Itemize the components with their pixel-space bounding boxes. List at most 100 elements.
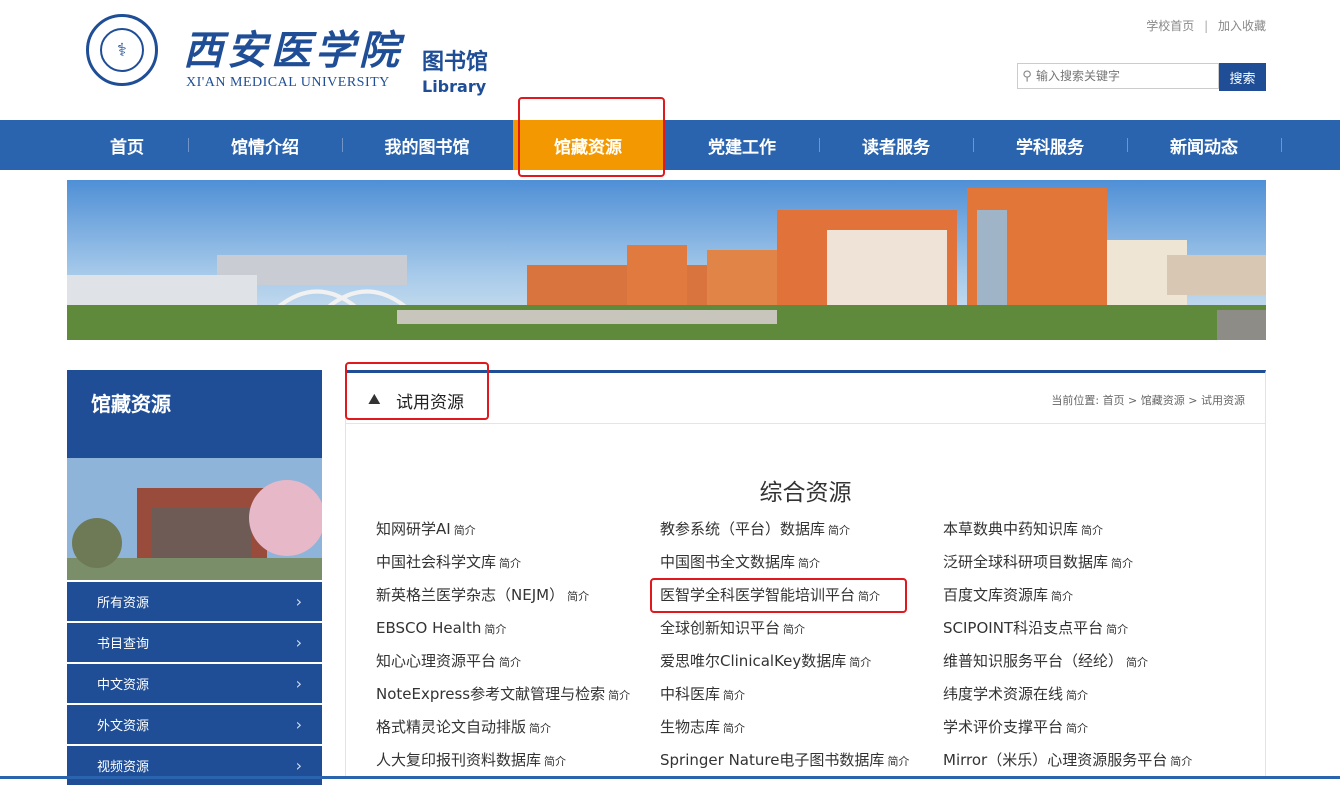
resource-intro-link[interactable]: 简介: [723, 689, 745, 702]
resource-item: 教参系统（平台）数据库 简介: [660, 519, 909, 552]
resource-intro-link[interactable]: 简介: [783, 623, 805, 636]
nav-item-home[interactable]: 首页: [52, 120, 202, 170]
resource-intro-link[interactable]: 简介: [608, 689, 630, 702]
resource-intro-link[interactable]: 简介: [1066, 722, 1088, 735]
sidebar-item-catalog-search[interactable]: 书目查询 ›: [67, 623, 322, 662]
sidebar-menu: 所有资源 › 书目查询 › 中文资源 › 外文资源 › 视频资源 ›: [67, 582, 322, 787]
search-input[interactable]: [1036, 69, 1211, 83]
resource-link[interactable]: 中科医库: [660, 685, 720, 703]
breadcrumb-label: 当前位置:: [1051, 394, 1100, 407]
breadcrumb-trial[interactable]: 试用资源: [1201, 394, 1245, 407]
resource-link[interactable]: 全球创新知识平台: [660, 619, 780, 637]
campus-banner-image: [67, 180, 1266, 340]
resource-link[interactable]: Springer Nature电子图书数据库: [660, 751, 884, 769]
university-name-cn: 西安医学院: [183, 27, 403, 74]
nav-item-my-library[interactable]: 我的图书馆: [352, 120, 502, 170]
nav-divider: [973, 138, 974, 152]
resource-link[interactable]: 人大复印报刊资料数据库: [376, 751, 541, 769]
sidebar-item-label: 中文资源: [97, 678, 150, 693]
resource-intro-link[interactable]: 简介: [567, 590, 589, 603]
nav-divider: [1127, 138, 1128, 152]
resource-link[interactable]: Mirror（米乐）心理资源服务平台: [943, 751, 1167, 769]
resource-item: 学术评价支撑平台 简介: [943, 717, 1192, 750]
resource-link[interactable]: 新英格兰医学杂志（NEJM）: [376, 586, 564, 604]
resource-intro-link[interactable]: 简介: [499, 656, 521, 669]
resource-intro-link[interactable]: 简介: [1051, 590, 1073, 603]
nav-item-reader-services[interactable]: 读者服务: [821, 120, 971, 170]
resource-link[interactable]: SCIPOINT科沿支点平台: [943, 619, 1103, 637]
resource-column: 教参系统（平台）数据库 简介 中国图书全文数据库 简介 医智学全科医学智能培训平台 简介全…: [660, 519, 909, 783]
chevron-right-icon: ›: [295, 592, 302, 611]
nav-item-about[interactable]: 馆情介绍: [190, 120, 340, 170]
resource-link[interactable]: 泛研全球科研项目数据库: [943, 553, 1108, 571]
resource-link[interactable]: 学术评价支撑平台: [943, 718, 1063, 736]
resource-intro-link[interactable]: 简介: [1111, 557, 1133, 570]
resource-link[interactable]: 维普知识服务平台（经纶）: [943, 652, 1123, 670]
resource-link[interactable]: NoteExpress参考文献管理与检索: [376, 685, 605, 703]
search-box: ⚲: [1017, 63, 1219, 89]
sidebar-item-label: 外文资源: [97, 719, 150, 734]
resource-intro-link[interactable]: 简介: [484, 623, 506, 636]
nav-item-subject-services[interactable]: 学科服务: [975, 120, 1125, 170]
resource-intro-link[interactable]: 简介: [798, 557, 820, 570]
highlight-box: [345, 362, 489, 420]
resource-item: 全球创新知识平台 简介: [660, 618, 909, 651]
resource-link[interactable]: 本草数典中药知识库: [943, 520, 1078, 538]
divider: |: [1204, 19, 1209, 33]
resource-intro-link[interactable]: 简介: [1081, 524, 1103, 537]
resource-link[interactable]: 格式精灵论文自动排版: [376, 718, 526, 736]
resource-item: NoteExpress参考文献管理与检索 简介: [376, 684, 630, 717]
chevron-right-icon: ›: [295, 715, 302, 734]
resource-item: EBSCO Health 简介: [376, 618, 630, 651]
sidebar-item-video-resources[interactable]: 视频资源 ›: [67, 746, 322, 785]
resource-link[interactable]: 生物志库: [660, 718, 720, 736]
library-name-en: Library: [422, 77, 487, 96]
search-icon: ⚲: [1022, 68, 1032, 84]
add-favorite-link[interactable]: 加入收藏: [1218, 19, 1266, 33]
resource-intro-link[interactable]: 简介: [454, 524, 476, 537]
resource-intro-link[interactable]: 简介: [887, 755, 909, 768]
resource-intro-link[interactable]: 简介: [529, 722, 551, 735]
resource-intro-link[interactable]: 简介: [1170, 755, 1192, 768]
resource-link[interactable]: 纬度学术资源在线: [943, 685, 1063, 703]
resource-link[interactable]: 知网研学AI: [376, 520, 451, 538]
nav-item-party-work[interactable]: 党建工作: [667, 120, 817, 170]
resource-link[interactable]: 知心心理资源平台: [376, 652, 496, 670]
sidebar-item-all-resources[interactable]: 所有资源 ›: [67, 582, 322, 621]
breadcrumb-collections[interactable]: 馆藏资源: [1141, 394, 1185, 407]
resource-intro-link[interactable]: 简介: [1126, 656, 1148, 669]
search-button[interactable]: 搜索: [1219, 63, 1266, 91]
resource-item: 知网研学AI 简介: [376, 519, 630, 552]
chevron-right-icon: ›: [295, 674, 302, 693]
resource-intro-link[interactable]: 简介: [1066, 689, 1088, 702]
resource-column: 本草数典中药知识库 简介 泛研全球科研项目数据库 简介 百度文库资源库 简介 SCIPOIN…: [943, 519, 1192, 783]
resource-link[interactable]: 中国社会科学文库: [376, 553, 496, 571]
breadcrumb-home[interactable]: 首页: [1103, 394, 1125, 407]
resource-item: 中国社会科学文库 简介: [376, 552, 630, 585]
sidebar-item-chinese-resources[interactable]: 中文资源 ›: [67, 664, 322, 703]
resource-item: 格式精灵论文自动排版 简介: [376, 717, 630, 750]
resource-link[interactable]: EBSCO Health: [376, 619, 481, 637]
resource-intro-link[interactable]: 简介: [544, 755, 566, 768]
resource-link[interactable]: 中国图书全文数据库: [660, 553, 795, 571]
resource-intro-link[interactable]: 简介: [849, 656, 871, 669]
resource-link[interactable]: 百度文库资源库: [943, 586, 1048, 604]
library-building-image: [67, 458, 322, 580]
breadcrumb: 当前位置: 首页 > 馆藏资源 > 试用资源: [1051, 394, 1245, 407]
resource-intro-link[interactable]: 简介: [499, 557, 521, 570]
resource-intro-link[interactable]: 简介: [1106, 623, 1128, 636]
resource-item: 新英格兰医学杂志（NEJM） 简介: [376, 585, 630, 618]
resource-link[interactable]: 教参系统（平台）数据库: [660, 520, 825, 538]
school-home-link[interactable]: 学校首页: [1146, 19, 1194, 33]
resource-item: 维普知识服务平台（经纶） 简介: [943, 651, 1192, 684]
nav-item-news[interactable]: 新闻动态: [1129, 120, 1279, 170]
university-seal-logo[interactable]: ⚕: [86, 14, 158, 86]
resource-item: 本草数典中药知识库 简介: [943, 519, 1192, 552]
sidebar-item-foreign-resources[interactable]: 外文资源 ›: [67, 705, 322, 744]
library-name-cn: 图书馆: [422, 50, 489, 75]
sidebar-header: 馆藏资源: [67, 370, 322, 458]
resource-intro-link[interactable]: 简介: [723, 722, 745, 735]
resource-link[interactable]: 爱思唯尔ClinicalKey数据库: [660, 652, 846, 670]
resource-item: 爱思唯尔ClinicalKey数据库 简介: [660, 651, 909, 684]
resource-intro-link[interactable]: 简介: [828, 524, 850, 537]
